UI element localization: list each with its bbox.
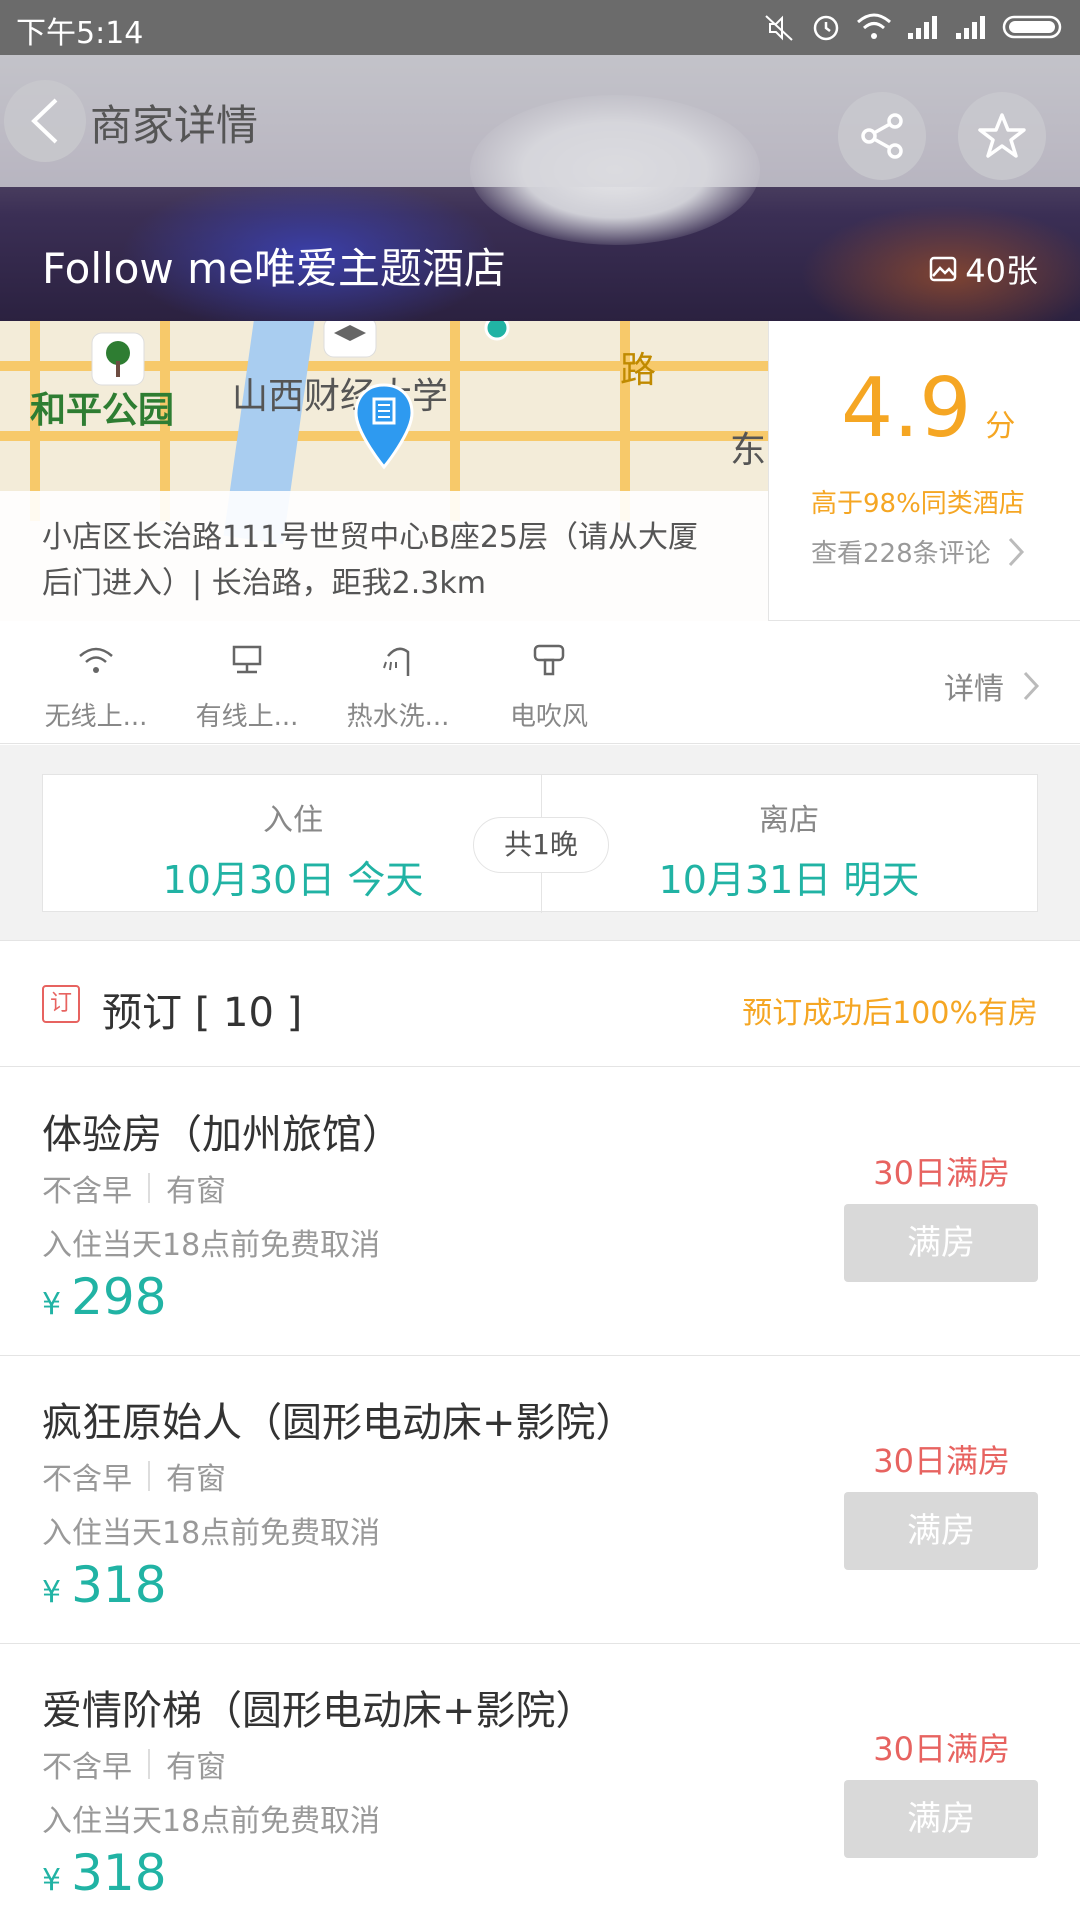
room-cancel-policy: 入住当天18点前免费取消 (42, 1804, 381, 1839)
rating-score: 4.9 分 (841, 361, 1015, 456)
facilities-detail-label: 详情 (944, 672, 1004, 707)
location-dot-icon (484, 321, 510, 341)
mute-icon (765, 15, 793, 41)
facilities-detail-link[interactable]: 详情 (944, 664, 1040, 708)
room-item[interactable]: 爱情阶梯（圆形电动床+影院） 不含早 有窗 入住当天18点前免费取消 ¥318 3… (0, 1644, 1080, 1920)
signal-icon-2 (956, 16, 985, 39)
checkout-value: 10月31日 明天 (658, 858, 920, 902)
reviews-label: 查看228条评论 (811, 539, 991, 569)
facility-wifi: 无线上... (26, 638, 166, 733)
full-booked-button[interactable]: 满房 (844, 1204, 1038, 1282)
facility-shower: 热水洗... (328, 638, 468, 733)
checkin-value: 10月30日 今天 (162, 858, 424, 902)
map-label-east: 东 (730, 430, 767, 471)
status-icons (762, 10, 1066, 44)
room-window: 有窗 (166, 1750, 226, 1785)
chevron-left-icon (31, 98, 58, 144)
checkin-label: 入住 (263, 803, 323, 838)
booking-title: 预订 [ 10 ] (102, 990, 303, 1036)
wired-internet-icon (232, 645, 262, 674)
status-time: 下午5:14 (16, 16, 144, 51)
facilities-row[interactable]: 无线上... 有线上... 热水洗... 电吹风 详情 (0, 622, 1080, 744)
favorite-button[interactable] (958, 92, 1046, 180)
rating-box[interactable]: 4.9 分 高于98%同类酒店 查看228条评论 (768, 321, 1080, 621)
room-breakfast: 不含早 (42, 1462, 132, 1497)
image-icon (930, 256, 957, 282)
room-availability-note: 30日满房 (873, 1730, 1010, 1768)
room-price: ¥298 (42, 1268, 167, 1326)
rating-unit: 分 (985, 409, 1016, 444)
page-title: 商家详情 (90, 101, 259, 150)
price-amount: 318 (71, 1844, 167, 1902)
park-icon (91, 332, 145, 386)
hair-dryer-icon (533, 644, 565, 676)
room-window: 有窗 (166, 1462, 226, 1497)
booking-guarantee: 预订成功后100%有房 (742, 996, 1038, 1031)
room-name: 疯狂原始人（圆形电动床+影院） (42, 1400, 636, 1446)
room-features: 不含早 有窗 (42, 1742, 226, 1786)
facility-hair-dryer: 电吹风 (479, 638, 619, 733)
currency-symbol: ¥ (42, 1863, 62, 1898)
price-amount: 298 (71, 1268, 167, 1326)
checkout-date[interactable]: 离店 10月31日 明天 (579, 795, 999, 904)
room-item[interactable]: 疯狂原始人（圆形电动床+影院） 不含早 有窗 入住当天18点前免费取消 ¥318 … (0, 1356, 1080, 1644)
price-amount: 318 (71, 1556, 167, 1614)
room-cancel-policy: 入住当天18点前免费取消 (42, 1228, 381, 1263)
room-cancel-policy: 入住当天18点前免费取消 (42, 1516, 381, 1551)
room-name: 体验房（加州旅馆） (42, 1112, 402, 1158)
room-features: 不含早 有窗 (42, 1166, 226, 1210)
rating-value: 4.9 (841, 361, 972, 456)
full-booked-button[interactable]: 满房 (844, 1492, 1038, 1570)
wifi-icon (79, 647, 113, 673)
signal-icon (908, 16, 937, 39)
room-availability-note: 30日满房 (873, 1442, 1010, 1480)
share-button[interactable] (838, 92, 926, 180)
room-item[interactable]: 体验房（加州旅馆） 不含早 有窗 入住当天18点前免费取消 ¥298 30日满房 … (0, 1068, 1080, 1356)
room-name: 爱情阶梯（圆形电动床+影院） (42, 1688, 596, 1734)
checkout-label: 离店 (759, 803, 819, 838)
room-price: ¥318 (42, 1844, 167, 1902)
facility-label: 热水洗... (346, 702, 450, 732)
currency-symbol: ¥ (42, 1287, 62, 1322)
room-availability-note: 30日满房 (873, 1154, 1010, 1192)
chevron-right-icon (1008, 537, 1024, 566)
photo-count-button[interactable]: 40张 (929, 246, 1038, 292)
booking-tag-icon: 订 (42, 985, 80, 1023)
checkin-date[interactable]: 入住 10月30日 今天 (83, 795, 503, 904)
star-icon (978, 113, 1026, 158)
photo-count-label: 40张 (965, 252, 1038, 290)
facility-label: 有线上... (195, 702, 299, 732)
room-breakfast: 不含早 (42, 1174, 132, 1209)
hotel-info-section: 和平公园 山西财经大学 路 东 小店区长治路111号世贸中心B座25层（请从大厦… (0, 321, 1080, 621)
facility-label: 电吹风 (509, 702, 588, 732)
reviews-link[interactable]: 查看228条评论 (811, 533, 1025, 570)
full-booked-button[interactable]: 满房 (844, 1780, 1038, 1858)
rating-rank: 高于98%同类酒店 (811, 489, 1025, 519)
back-button[interactable] (4, 80, 86, 162)
hotel-map-pin-icon (354, 383, 414, 470)
facility-wired: 有线上... (177, 638, 317, 733)
alarm-icon (813, 15, 839, 41)
date-section: 入住 10月30日 今天 离店 10月31日 明天 共1晚 (0, 745, 1080, 941)
facility-label: 无线上... (44, 702, 148, 732)
room-window: 有窗 (166, 1174, 226, 1209)
battery-icon (1002, 15, 1062, 39)
share-icon (861, 113, 903, 159)
chevron-right-icon (1023, 671, 1040, 701)
room-price: ¥318 (42, 1556, 167, 1614)
booking-header: 订 预订 [ 10 ] 预订成功后100%有房 (0, 942, 1080, 1067)
status-bar: 下午5:14 (0, 0, 1080, 55)
hotel-name: Follow me唯爱主题酒店 (42, 244, 506, 293)
map-label-road: 路 (620, 350, 657, 391)
date-picker-card[interactable]: 入住 10月30日 今天 离店 10月31日 明天 共1晚 (42, 774, 1038, 913)
school-icon (323, 321, 377, 358)
room-features: 不含早 有窗 (42, 1454, 226, 1498)
nights-badge: 共1晚 (473, 817, 609, 873)
wifi-status-icon (857, 13, 891, 39)
room-breakfast: 不含早 (42, 1750, 132, 1785)
map-label-park: 和平公园 (30, 390, 175, 431)
shower-icon (383, 647, 410, 676)
hotel-address[interactable]: 小店区长治路111号世贸中心B座25层（请从大厦后门进入）| 长治路，距我2.3… (42, 515, 722, 607)
currency-symbol: ¥ (42, 1575, 62, 1610)
